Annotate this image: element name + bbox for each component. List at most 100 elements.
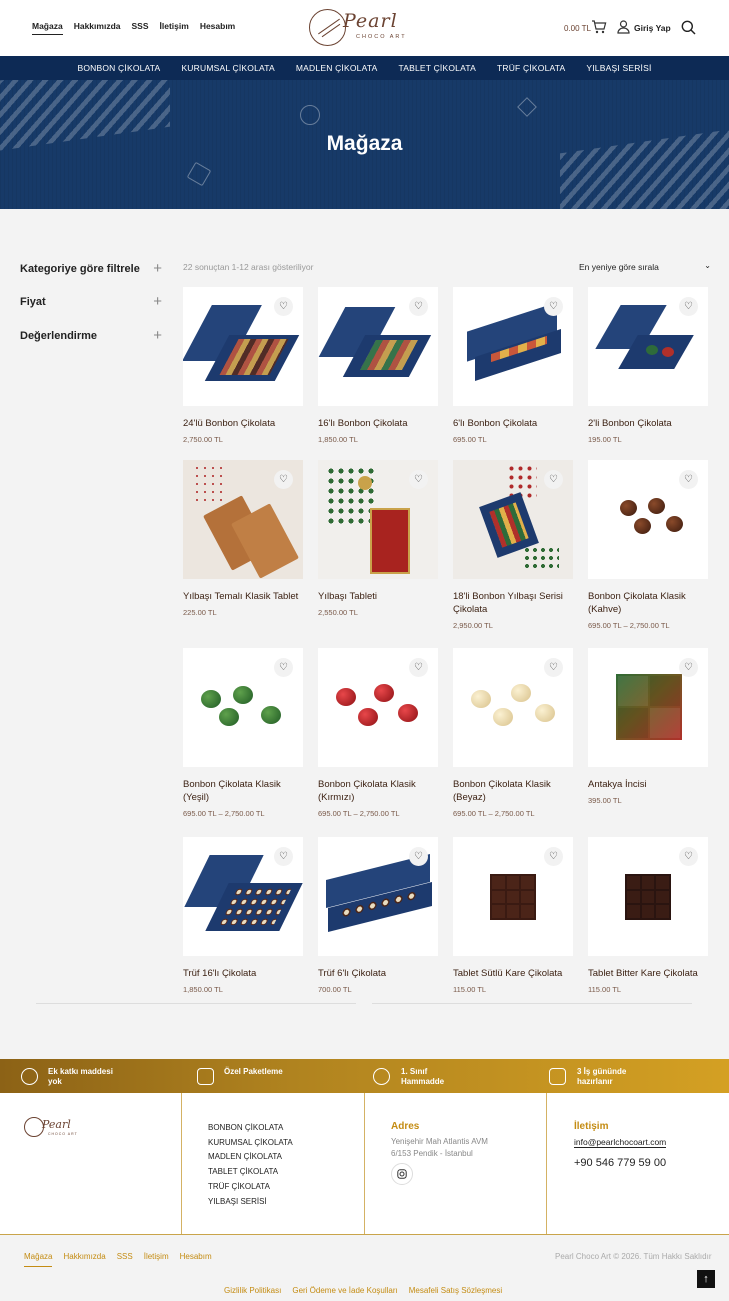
footer-logo[interactable]: Pearl CHOCO ART — [24, 1117, 84, 1139]
nav-iletisim[interactable]: İletişim — [160, 21, 189, 35]
product-name[interactable]: Bonbon Çikolata Klasik (Yeşil) — [183, 778, 305, 804]
user-icon[interactable] — [617, 20, 630, 34]
footer-divider — [364, 1093, 365, 1234]
product-name[interactable]: Yılbaşı Tableti — [318, 590, 440, 603]
category-madlen[interactable]: MADLEN ÇİKOLATA — [296, 63, 378, 73]
product-name[interactable]: Bonbon Çikolata Klasik (Kahve) — [588, 590, 710, 616]
heart-icon[interactable]: ♡ — [274, 470, 293, 489]
product-name[interactable]: Bonbon Çikolata Klasik (Kırmızı) — [318, 778, 440, 804]
heart-icon[interactable]: ♡ — [274, 297, 293, 316]
heart-icon[interactable]: ♡ — [679, 297, 698, 316]
plus-icon[interactable]: + — [153, 260, 162, 277]
cart-icon[interactable] — [591, 19, 607, 35]
footer-link[interactable]: TRÜF ÇİKOLATA — [208, 1180, 293, 1195]
heart-icon[interactable]: ♡ — [544, 470, 563, 489]
category-bonbon[interactable]: BONBON ÇİKOLATA — [77, 63, 160, 73]
product-name[interactable]: Tablet Bitter Kare Çikolata — [588, 967, 710, 980]
product-price: 695.00 TL – 2,750.00 TL — [588, 621, 670, 630]
heart-icon[interactable]: ♡ — [409, 470, 428, 489]
footer-link[interactable]: MADLEN ÇİKOLATA — [208, 1150, 293, 1165]
footer-link[interactable]: KURUMSAL ÇİKOLATA — [208, 1136, 293, 1151]
footer-nav-hesabim[interactable]: Hesabım — [180, 1252, 212, 1267]
bonbon — [666, 516, 683, 532]
logo-mark — [24, 1117, 44, 1137]
logo-subtitle: CHOCO ART — [356, 34, 407, 40]
email-link[interactable]: info@pearlchocoart.com — [574, 1137, 667, 1148]
heart-icon[interactable]: ♡ — [544, 658, 563, 677]
bonbon — [648, 498, 665, 514]
filter-rating[interactable]: Değerlendirme + — [20, 327, 162, 344]
heart-icon[interactable]: ♡ — [679, 470, 698, 489]
nav-magaza[interactable]: Mağaza — [32, 21, 63, 35]
bonbon — [398, 704, 418, 722]
product-name[interactable]: Antakya İncisi — [588, 778, 710, 791]
chevron-down-icon: ⌄ — [704, 261, 711, 270]
category-yilbasi[interactable]: YILBAŞI SERİSİ — [586, 63, 651, 73]
nav-hakkimizda[interactable]: Hakkımızda — [74, 21, 121, 35]
search-icon[interactable] — [681, 20, 696, 35]
pagination-divider — [372, 1003, 692, 1004]
filter-category[interactable]: Kategoriye göre filtrele + — [20, 260, 162, 277]
refund-link[interactable]: Geri Ödeme ve İade Koşulları — [292, 1286, 397, 1295]
footer-nav-sss[interactable]: SSS — [117, 1252, 133, 1267]
product-price: 2,750.00 TL — [183, 435, 223, 444]
filter-rating-label: Değerlendirme — [20, 330, 98, 342]
product-price: 695.00 TL — [453, 435, 487, 444]
product-price: 2,550.00 TL — [318, 608, 358, 617]
site-logo[interactable]: Pearl CHOCO ART — [309, 9, 415, 47]
antakya-tablet — [616, 674, 682, 740]
login-link[interactable]: Giriş Yap — [634, 23, 671, 33]
bonbon — [535, 704, 555, 722]
heart-icon[interactable]: ♡ — [679, 847, 698, 866]
footer-link[interactable]: YILBAŞI SERİSİ — [208, 1195, 293, 1210]
category-truf[interactable]: TRÜF ÇİKOLATA — [497, 63, 565, 73]
leaf-icon — [21, 1068, 38, 1085]
phone-number[interactable]: +90 546 779 59 00 — [574, 1157, 666, 1169]
product-name[interactable]: 24'lü Bonbon Çikolata — [183, 417, 305, 430]
footer-link[interactable]: BONBON ÇİKOLATA — [208, 1121, 293, 1136]
product-name[interactable]: 16'lı Bonbon Çikolata — [318, 417, 440, 430]
berries — [193, 464, 223, 504]
sort-select[interactable]: En yeniye göre sırala ⌄ — [579, 261, 711, 272]
footer-nav-iletisim[interactable]: İletişim — [144, 1252, 169, 1267]
plus-icon[interactable]: + — [153, 293, 162, 310]
product-name[interactable]: Trüf 6'lı Çikolata — [318, 967, 440, 980]
heart-icon[interactable]: ♡ — [409, 658, 428, 677]
heart-icon[interactable]: ♡ — [544, 297, 563, 316]
product-name[interactable]: Bonbon Çikolata Klasik (Beyaz) — [453, 778, 575, 804]
nav-hesabim[interactable]: Hesabım — [200, 21, 235, 35]
instagram-icon[interactable] — [391, 1163, 413, 1185]
contract-link[interactable]: Mesafeli Satış Sözleşmesi — [409, 1286, 502, 1295]
category-kurumsal[interactable]: KURUMSAL ÇİKOLATA — [181, 63, 274, 73]
heart-icon[interactable]: ♡ — [544, 847, 563, 866]
product-price: 2,950.00 TL — [453, 621, 493, 630]
product-name[interactable]: Tablet Sütlü Kare Çikolata — [453, 967, 575, 980]
box-icon — [549, 1068, 566, 1085]
filter-price[interactable]: Fiyat + — [20, 293, 162, 310]
footer-nav-magaza[interactable]: Mağaza — [24, 1252, 53, 1267]
product-name[interactable]: 2'li Bonbon Çikolata — [588, 417, 710, 430]
scroll-top-button[interactable]: ↑ — [697, 1270, 715, 1288]
product-name[interactable]: Trüf 16'lı Çikolata — [183, 967, 305, 980]
feature-quality: 1. Sınıf Hammadde — [401, 1067, 445, 1086]
product-name[interactable]: 18'li Bonbon Yılbaşı Serisi Çikolata — [453, 590, 575, 616]
footer-link[interactable]: TABLET ÇİKOLATA — [208, 1165, 293, 1180]
heart-icon[interactable]: ♡ — [679, 658, 698, 677]
bonbon — [662, 347, 674, 357]
heart-icon[interactable]: ♡ — [274, 658, 293, 677]
cart-total[interactable]: 0.00 TL — [564, 24, 591, 33]
footer-nav-hakkimizda[interactable]: Hakkımızda — [63, 1252, 105, 1267]
feature-packaging: Özel Paketleme — [224, 1067, 283, 1076]
heart-icon[interactable]: ♡ — [409, 847, 428, 866]
heart-icon[interactable]: ♡ — [274, 847, 293, 866]
product-name[interactable]: Yılbaşı Temalı Klasik Tablet — [183, 590, 305, 603]
plus-icon[interactable]: + — [153, 327, 162, 344]
page-title: Mağaza — [326, 132, 403, 155]
privacy-link[interactable]: Gizlilik Politikası — [224, 1286, 281, 1295]
nav-sss[interactable]: SSS — [132, 21, 149, 35]
category-tablet[interactable]: TABLET ÇİKOLATA — [398, 63, 475, 73]
footer-nav: Mağaza Hakkımızda SSS İletişim Hesabım — [24, 1252, 212, 1267]
product-name[interactable]: 6'lı Bonbon Çikolata — [453, 417, 575, 430]
heart-icon[interactable]: ♡ — [409, 297, 428, 316]
feature-delivery: 3 İş gününde hazırlanır — [577, 1067, 627, 1086]
